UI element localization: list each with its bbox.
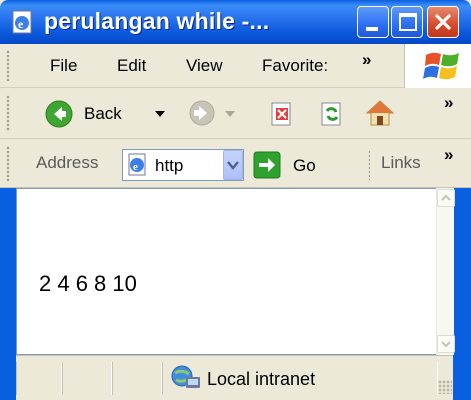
address-dropdown-button[interactable] <box>223 150 243 180</box>
go-label: Go <box>293 156 316 175</box>
forward-dropdown-arrow-icon <box>225 111 235 117</box>
forward-button[interactable] <box>188 99 238 129</box>
toolbar-grip[interactable] <box>6 146 10 181</box>
maximize-icon <box>399 13 417 31</box>
windows-flag-icon <box>423 52 459 80</box>
menu-file[interactable]: File <box>50 56 77 76</box>
close-icon <box>435 14 451 30</box>
minimize-button[interactable] <box>357 6 389 38</box>
links-overflow-chevron-icon[interactable]: » <box>444 145 453 165</box>
menu-view[interactable]: View <box>186 56 223 76</box>
status-bar: Local intranet <box>16 355 453 400</box>
window-frame-right <box>453 188 471 400</box>
go-button[interactable]: Go <box>253 151 333 181</box>
status-segment <box>112 362 162 395</box>
minimize-icon <box>366 27 378 31</box>
window-title: perulangan while -... <box>44 8 270 34</box>
scroll-up-button[interactable] <box>437 189 455 207</box>
chevron-up-icon <box>441 194 451 201</box>
ie-page-icon: e <box>128 153 146 176</box>
links-label[interactable]: Links <box>381 153 421 173</box>
back-button[interactable]: Back <box>44 98 170 130</box>
toolbar-grip[interactable] <box>6 50 10 81</box>
svg-text:e: e <box>18 17 24 31</box>
status-segment <box>62 362 112 395</box>
svg-text:e: e <box>133 161 138 173</box>
address-value: http <box>155 156 184 175</box>
refresh-icon[interactable] <box>318 100 346 128</box>
chevron-down-icon <box>227 161 239 170</box>
toolbar-grip[interactable] <box>6 95 10 132</box>
links-separator <box>368 150 370 180</box>
close-button[interactable] <box>427 6 459 38</box>
back-arrow-icon <box>45 100 73 128</box>
home-icon[interactable] <box>364 98 396 128</box>
menu-edit[interactable]: Edit <box>117 56 146 76</box>
vertical-scrollbar[interactable] <box>436 188 455 355</box>
scroll-down-button[interactable] <box>437 335 455 353</box>
status-segment <box>16 362 62 395</box>
menu-bar: File Edit View Favorite: » <box>0 44 471 88</box>
back-dropdown-arrow-icon[interactable] <box>154 109 166 119</box>
resize-grip[interactable] <box>438 380 452 394</box>
address-label: Address <box>36 153 99 172</box>
browser-window: e perulangan while -... File Edit View F… <box>0 0 471 400</box>
page-output-text: 2 4 6 8 10 <box>39 271 137 296</box>
forward-arrow-icon <box>189 100 215 126</box>
maximize-button[interactable] <box>391 6 423 38</box>
title-bar[interactable]: e perulangan while -... <box>0 0 471 44</box>
stop-icon[interactable] <box>268 100 296 128</box>
toolbar-overflow-chevron-icon[interactable]: » <box>444 93 453 113</box>
intranet-globe-icon <box>171 365 200 388</box>
windows-logo-area <box>404 44 471 88</box>
chevron-down-icon <box>441 341 451 348</box>
window-frame-left <box>0 188 16 400</box>
standard-toolbar: Back » <box>0 89 471 139</box>
ie-page-icon: e <box>12 10 32 34</box>
menu-overflow-chevron-icon[interactable]: » <box>362 50 371 70</box>
menu-favorites[interactable]: Favorite: <box>262 56 328 76</box>
go-arrow-icon <box>253 151 281 179</box>
back-label: Back <box>84 104 122 123</box>
status-zone-label: Local intranet <box>207 369 316 389</box>
